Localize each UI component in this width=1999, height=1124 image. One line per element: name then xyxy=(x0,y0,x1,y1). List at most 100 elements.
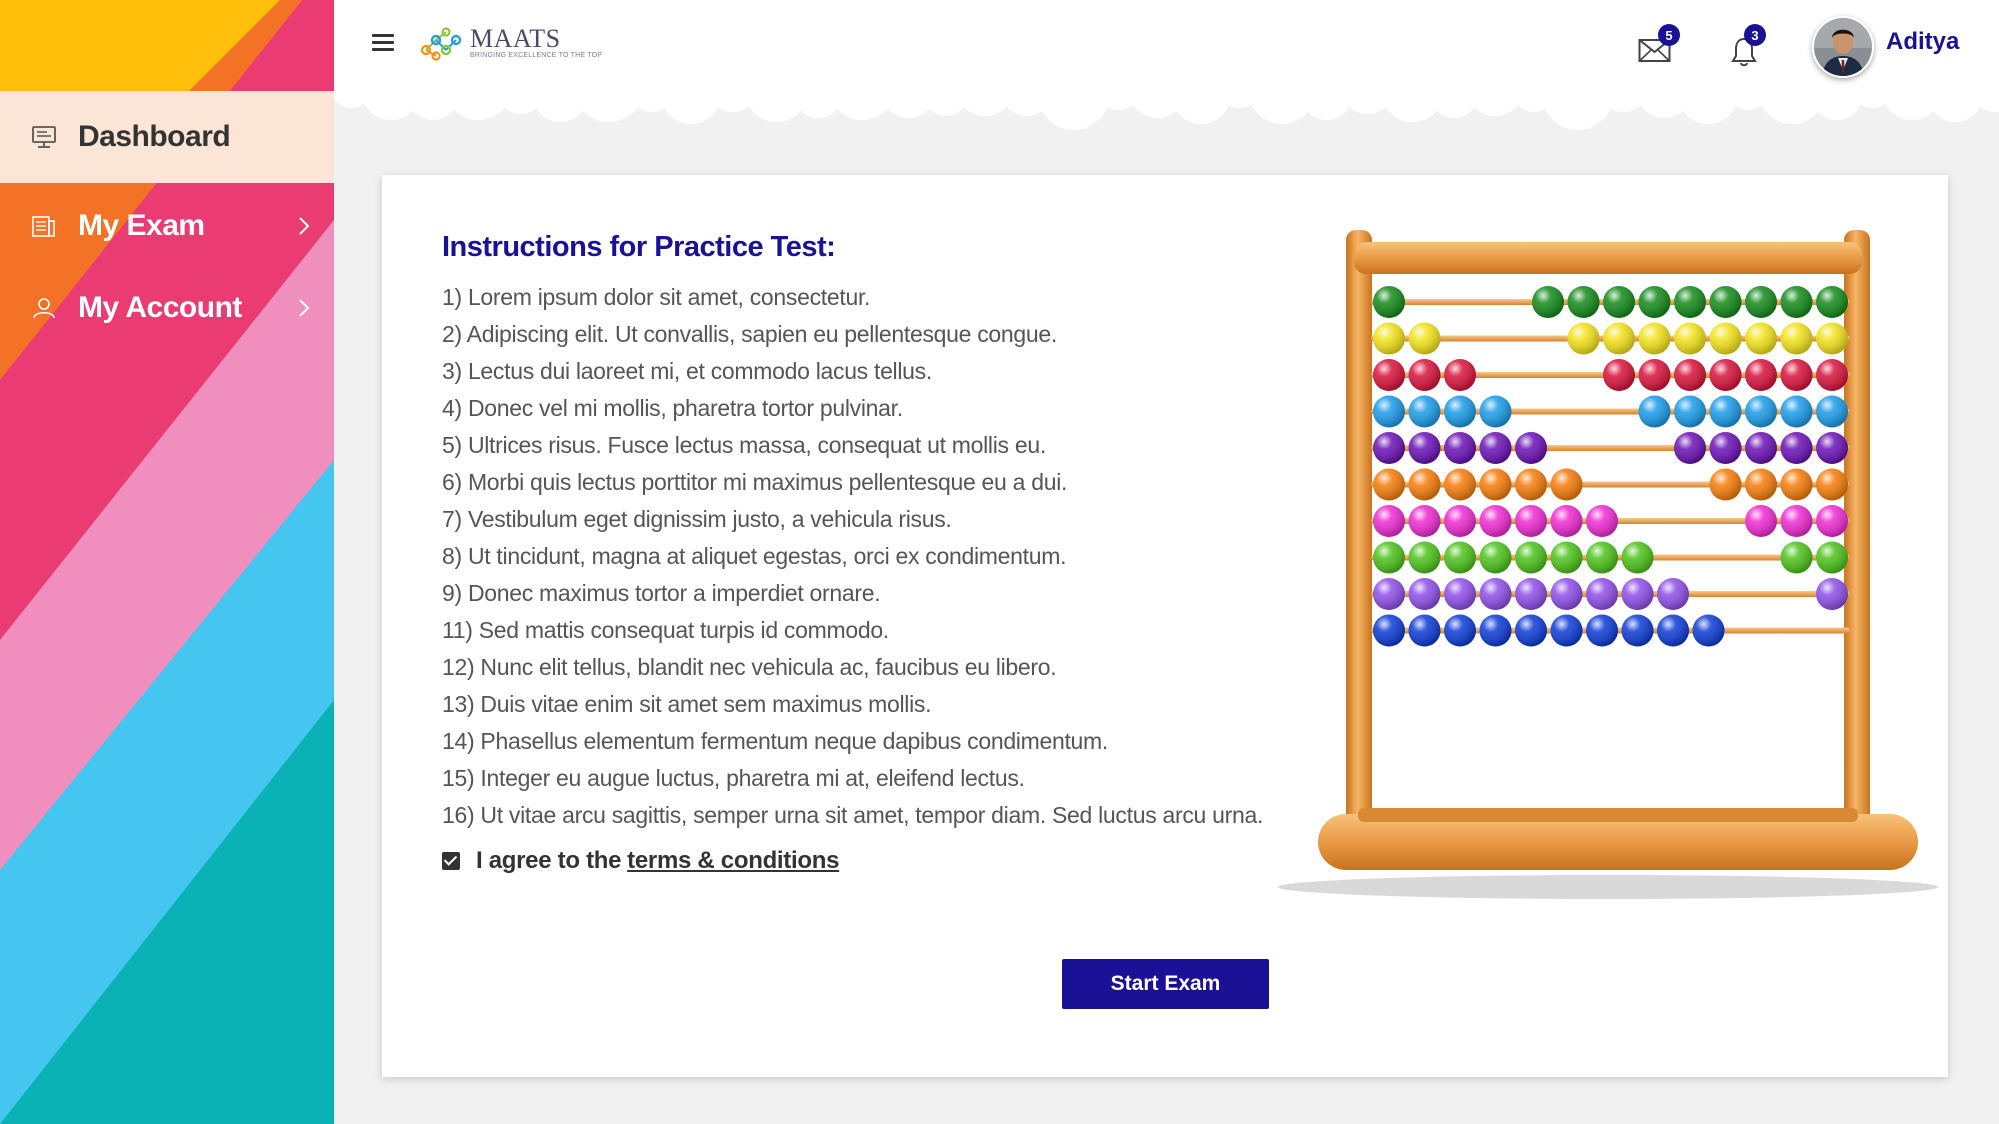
abacus-bead-shine xyxy=(1373,286,1405,318)
abacus-bead-shine xyxy=(1373,614,1405,647)
logo[interactable]: MAATS BRINGING EXCELLENCE TO THE TOP xyxy=(420,26,602,62)
sidebar-item-dashboard[interactable]: Dashboard xyxy=(0,91,334,183)
abacus-bead-shine xyxy=(1373,395,1405,428)
abacus-bead-shine xyxy=(1373,578,1405,610)
abacus-bead-shine xyxy=(1816,578,1848,610)
abacus-bead-shine xyxy=(1550,541,1583,574)
abacus-bead-shine xyxy=(1745,432,1777,464)
instruction-item: 9) Donec maximus tortor a imperdiet orna… xyxy=(442,580,881,606)
chevron-right-icon xyxy=(299,299,310,317)
instructions-card: Instructions for Practice Test: 1) Lorem… xyxy=(382,175,1948,1077)
abacus-bead-shine xyxy=(1621,614,1654,647)
chevron-right-icon xyxy=(299,217,310,235)
abacus-bead-shine xyxy=(1515,614,1547,647)
abacus-bead-shine xyxy=(1550,505,1583,537)
abacus-bead-shine xyxy=(1408,614,1441,647)
abacus-bead-shine xyxy=(1745,322,1777,355)
monitor-icon xyxy=(32,126,56,148)
abacus-bead-shine xyxy=(1408,578,1441,610)
abacus-bead-shine xyxy=(1444,395,1476,428)
mail-button[interactable]: 5 xyxy=(1638,24,1680,69)
abacus-bead-shine xyxy=(1780,505,1813,537)
abacus-bead-shine xyxy=(1586,578,1618,610)
abacus-bead-shine xyxy=(1603,286,1635,318)
abacus-bead-shine xyxy=(1515,432,1547,464)
abacus-bead-shine xyxy=(1674,395,1706,428)
notifications-button[interactable]: 3 xyxy=(1730,24,1766,73)
abacus-bead-shine xyxy=(1638,395,1671,428)
abacus-bead-shine xyxy=(1373,322,1405,355)
abacus-bead-shine xyxy=(1709,468,1742,501)
abacus-bead-shine xyxy=(1816,359,1848,391)
abacus-bead-shine xyxy=(1479,468,1512,501)
terms-link[interactable]: terms & conditions xyxy=(627,847,839,875)
abacus-bead-shine xyxy=(1816,541,1848,574)
abacus-bead-shine xyxy=(1444,541,1476,574)
abacus-bead-shine xyxy=(1550,614,1583,647)
instruction-item: 3) Lectus dui laoreet mi, et commodo lac… xyxy=(442,358,932,384)
abacus-bead-shine xyxy=(1816,322,1848,355)
abacus-bead-shine xyxy=(1515,578,1547,610)
abacus-bead-shine xyxy=(1408,395,1441,428)
hamburger-menu-icon[interactable] xyxy=(372,34,394,54)
instruction-item: 8) Ut tincidunt, magna at aliquet egesta… xyxy=(442,543,1067,569)
abacus-bead-shine xyxy=(1408,322,1441,355)
abacus-bead-shine xyxy=(1816,505,1848,537)
abacus-bead-shine xyxy=(1657,614,1689,647)
abacus-bead-shine xyxy=(1816,432,1848,464)
abacus-bead-shine xyxy=(1816,395,1848,428)
abacus-bead-shine xyxy=(1621,578,1654,610)
abacus-bead-shine xyxy=(1550,468,1583,501)
abacus-bead-shine xyxy=(1780,541,1813,574)
abacus-bead-shine xyxy=(1408,432,1441,464)
abacus-bead-shine xyxy=(1479,614,1512,647)
abacus-bead-shine xyxy=(1638,286,1671,318)
abacus-bead-shine xyxy=(1550,578,1583,610)
newspaper-icon xyxy=(32,216,55,237)
agree-label: I agree to the xyxy=(476,847,622,874)
abacus-bead-shine xyxy=(1745,468,1777,501)
page-title: Instructions for Practice Test: xyxy=(442,231,836,263)
abacus-bead-shine xyxy=(1479,505,1512,537)
username[interactable]: Aditya xyxy=(1886,28,1959,56)
abacus-bead-shine xyxy=(1567,322,1600,355)
instruction-item: 14) Phasellus elementum fermentum neque … xyxy=(442,728,1108,754)
instruction-item: 4) Donec vel mi mollis, pharetra tortor … xyxy=(442,395,903,421)
instruction-item: 11) Sed mattis consequat turpis id commo… xyxy=(442,617,889,643)
abacus-bead-shine xyxy=(1444,505,1476,537)
avatar[interactable] xyxy=(1812,16,1874,78)
abacus-bead-shine xyxy=(1745,286,1777,318)
abacus-bead-shine xyxy=(1816,286,1848,318)
abacus-bead-shine xyxy=(1709,395,1742,428)
abacus-bead-shine xyxy=(1621,541,1654,574)
abacus-rod xyxy=(1371,445,1850,451)
avatar-image xyxy=(1814,18,1872,76)
start-exam-button[interactable]: Start Exam xyxy=(1062,959,1269,1009)
abacus-rod xyxy=(1371,408,1850,415)
abacus-bead-shine xyxy=(1586,614,1618,647)
instruction-item: 5) Ultrices risus. Fusce lectus massa, c… xyxy=(442,432,1046,458)
abacus-bead-shine xyxy=(1408,505,1441,537)
abacus-bead-shine xyxy=(1479,395,1512,428)
abacus-bead-shine xyxy=(1674,286,1706,318)
abacus-bead-shine xyxy=(1373,359,1405,391)
abacus-bead-shine xyxy=(1444,614,1476,647)
abacus-bead-shine xyxy=(1674,359,1706,391)
abacus-bead-shine xyxy=(1692,614,1725,647)
sidebar-item-my-account[interactable]: My Account xyxy=(0,270,334,346)
abacus-bead-shine xyxy=(1780,286,1813,318)
abacus-bead-shine xyxy=(1745,505,1777,537)
instruction-item: 13) Duis vitae enim sit amet sem maximus… xyxy=(442,691,932,717)
abacus-bead-shine xyxy=(1603,322,1635,355)
abacus-bead-shine xyxy=(1709,359,1742,391)
abacus-bead-shine xyxy=(1532,286,1564,318)
abacus-bead-shine xyxy=(1780,468,1813,501)
abacus-bead-shine xyxy=(1638,359,1671,391)
abacus-bead-shine xyxy=(1745,395,1777,428)
abacus-illustration xyxy=(1278,230,1938,899)
sidebar-item-my-exam[interactable]: My Exam xyxy=(0,188,334,264)
abacus-rod xyxy=(1371,481,1850,488)
abacus-bead-shine xyxy=(1586,505,1618,537)
abacus-bead-shine xyxy=(1709,432,1742,464)
agree-checkbox[interactable] xyxy=(442,852,460,870)
